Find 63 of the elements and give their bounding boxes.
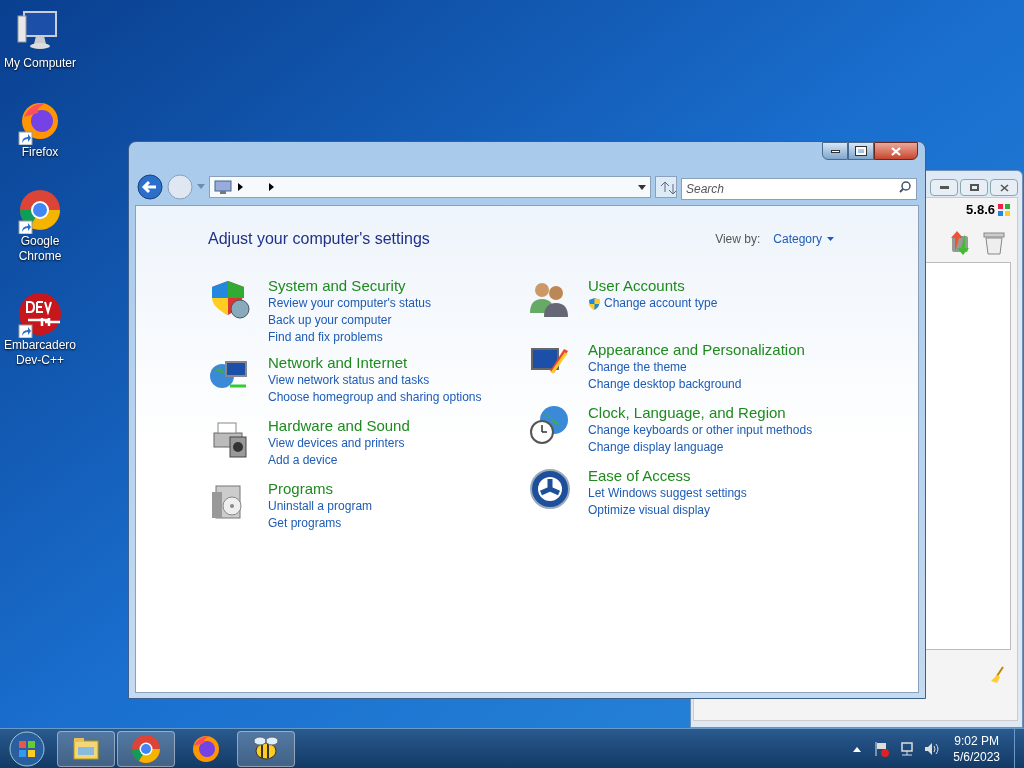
category-title[interactable]: Hardware and Sound — [268, 417, 410, 435]
search-field[interactable]: Search — [681, 178, 917, 200]
minimize-button[interactable] — [930, 179, 958, 196]
task-link[interactable]: Change keyboards or other input methods — [588, 422, 813, 439]
chrome-icon — [130, 732, 162, 765]
task-link[interactable]: Get programs — [268, 515, 342, 532]
task-link[interactable]: Review your computer's status — [268, 295, 432, 312]
category-title[interactable]: System and Security — [268, 277, 406, 295]
broom-icon[interactable] — [989, 666, 1007, 684]
category-title[interactable]: User Accounts — [588, 277, 685, 295]
task-link[interactable]: Choose homegroup and sharing options — [268, 389, 482, 406]
task-link[interactable]: Change desktop background — [588, 376, 742, 393]
maximize-button[interactable] — [848, 142, 874, 160]
start-button[interactable] — [7, 729, 47, 768]
desktop-icon-label[interactable]: My Computer — [1, 56, 79, 71]
dropdown-arrow-icon[interactable] — [638, 184, 646, 190]
breadcrumb-arrow-icon[interactable] — [238, 183, 243, 191]
chrome-taskbar-button[interactable] — [117, 730, 175, 767]
refresh-button[interactable] — [655, 176, 677, 198]
close-button[interactable] — [874, 142, 918, 160]
explorer-taskbar-button[interactable] — [57, 730, 115, 767]
show-hidden-icons-button[interactable] — [853, 745, 862, 752]
close-icon — [891, 146, 901, 156]
access-category-icon[interactable] — [528, 467, 572, 511]
devcpp-shortcut-icon[interactable] — [16, 290, 64, 338]
task-link[interactable]: Let Windows suggest settings — [588, 485, 747, 502]
dropdown-arrow-icon — [827, 237, 834, 241]
breadcrumb-arrow-icon[interactable] — [269, 183, 274, 191]
category-title[interactable]: Programs — [268, 480, 334, 498]
task-link[interactable]: View devices and printers — [268, 435, 405, 452]
category-title[interactable]: Clock, Language, and Region — [588, 404, 786, 422]
windows-flag-icon — [997, 202, 1011, 217]
clock-time[interactable]: 9:02 PM — [954, 732, 999, 749]
desktop-icon-label[interactable]: Google Chrome — [1, 234, 79, 264]
control-panel-icon — [214, 179, 232, 195]
desktop-icon-label[interactable]: Firefox — [1, 145, 79, 160]
category-title[interactable]: Appearance and Personalization — [588, 341, 805, 359]
close-icon — [999, 183, 1009, 192]
flag-icon[interactable] — [873, 740, 890, 757]
close-button[interactable] — [990, 179, 1018, 196]
task-link[interactable]: Optimize visual display — [588, 502, 711, 519]
task-link[interactable]: Add a device — [268, 452, 338, 469]
task-link[interactable]: Back up your computer — [268, 312, 392, 329]
task-link[interactable]: Change the theme — [588, 359, 687, 376]
task-link[interactable]: Change display language — [588, 439, 724, 456]
view-by-dropdown[interactable]: Category — [773, 230, 834, 248]
task-link[interactable]: Change account type — [604, 295, 718, 312]
view-by-label: View by: — [715, 231, 761, 248]
clock-date[interactable]: 5/6/2023 — [953, 748, 1000, 765]
version-label: 5.8.6 — [966, 201, 995, 219]
task-link[interactable]: Uninstall a program — [268, 498, 373, 515]
category-title[interactable]: Ease of Access — [588, 467, 691, 485]
back-button[interactable] — [137, 174, 163, 200]
task-link[interactable]: View network status and tasks — [268, 372, 430, 389]
page-heading: Adjust your computer's settings — [208, 229, 430, 249]
category-title[interactable]: Network and Internet — [268, 354, 408, 372]
minimize-button[interactable] — [822, 142, 848, 160]
bee-taskbar-button[interactable] — [237, 730, 295, 767]
restore-button[interactable] — [960, 179, 988, 196]
desktop-icon-label[interactable]: Embarcadero Dev-C++ — [1, 338, 79, 368]
network-icon[interactable] — [899, 740, 916, 757]
task-link[interactable]: Find and fix problems — [268, 329, 383, 346]
search-icon — [899, 181, 911, 193]
